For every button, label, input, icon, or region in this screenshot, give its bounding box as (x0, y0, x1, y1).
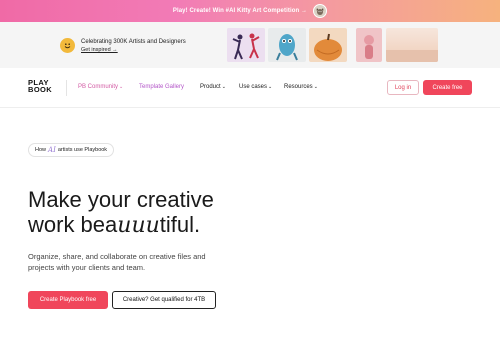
get-qualified-4tb-button[interactable]: Creative? Get qualified for 4TB (112, 291, 216, 309)
pill-ai-label: AI (48, 146, 56, 154)
hero-headline: Make your creative work beauuutiful. (28, 187, 214, 238)
nav-divider (66, 80, 67, 96)
nav-item-product[interactable]: Product⌄ (200, 84, 226, 90)
headline-emphasis: uuu (117, 213, 160, 238)
headline-line-2-start: work bea (28, 212, 118, 237)
pill-suffix: artists use Playbook (57, 147, 108, 153)
nav-item-label: Use cases (239, 84, 268, 90)
headline-line-1: Make your creative (28, 187, 214, 212)
nav-item-template-gallery[interactable]: Template Gallery (139, 84, 184, 90)
nav-item-pb-community[interactable]: PB Community⌄ (78, 84, 123, 90)
promo-banner[interactable]: Play! Create! Win #AI Kitty Art Competit… (0, 0, 500, 22)
nav-item-label: Template Gallery (139, 84, 185, 90)
dancers-artwork-thumbnail[interactable] (227, 28, 265, 62)
headline-line-2: work beauuutiful. (28, 212, 214, 238)
nav-item-label: Resources (284, 84, 313, 90)
pink-figure-artwork-thumbnail[interactable] (356, 28, 382, 62)
hero-subtext: Organize, share, and collaborate on crea… (28, 252, 206, 272)
playbook-logo[interactable]: PLAY BOOK (28, 79, 53, 94)
logo-line-2: BOOK (28, 85, 53, 94)
nav-item-label: Product (200, 84, 221, 90)
promo-text[interactable]: Play! Create! Win #AI Kitty Art Competit… (173, 8, 307, 14)
chevron-down-icon: ⌄ (221, 84, 226, 90)
chevron-down-icon: ⌄ (268, 84, 273, 90)
kitty-avatar-icon (313, 4, 328, 18)
get-inspired-link[interactable]: Get inspired → (81, 47, 118, 53)
sunset-landscape-artwork-thumbnail[interactable] (386, 28, 438, 62)
nav-item-use-cases[interactable]: Use cases⌄ (239, 84, 272, 90)
blue-creature-artwork-thumbnail[interactable] (268, 28, 306, 62)
create-free-button[interactable]: Create free (423, 80, 472, 95)
smiley-face-icon (60, 38, 75, 53)
chevron-down-icon: ⌄ (313, 84, 318, 90)
login-button[interactable]: Log in (387, 80, 419, 95)
create-playbook-free-button[interactable]: Create Playbook free (28, 291, 108, 309)
pumpkin-artwork-thumbnail[interactable] (309, 28, 347, 62)
nav-item-label: PB Community (78, 84, 119, 90)
ai-artists-pill-link[interactable]: How AI artists use Playbook (28, 143, 115, 157)
pill-prefix: How (35, 147, 47, 153)
nav-item-resources[interactable]: Resources⌄ (284, 84, 318, 90)
headline-line-2-end: tiful. (159, 212, 201, 237)
chevron-down-icon: ⌄ (119, 84, 124, 90)
celebration-title: Celebrating 300K Artists and Designers (81, 39, 186, 45)
